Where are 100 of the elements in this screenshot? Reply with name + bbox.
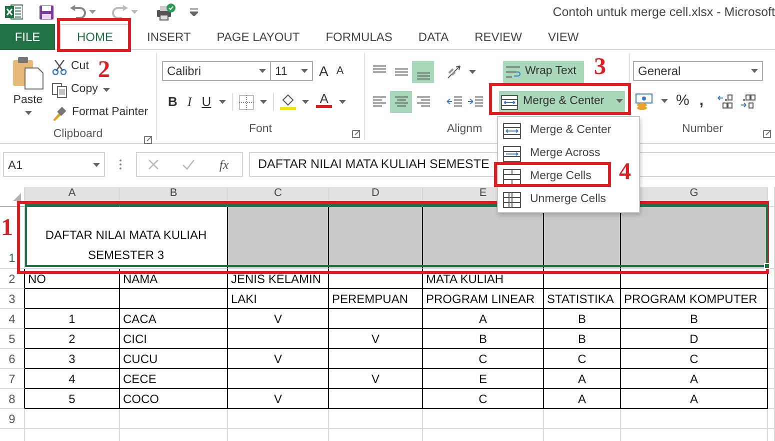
copy-icon[interactable] <box>52 82 67 98</box>
table-cell: B <box>690 312 698 326</box>
increase-indent-icon[interactable] <box>467 95 484 109</box>
table-cell: E <box>478 372 487 386</box>
caret-icon[interactable] <box>302 100 310 104</box>
paste-button[interactable]: Paste <box>8 56 48 126</box>
caret-icon[interactable] <box>301 69 308 73</box>
table-cell: B <box>578 332 586 346</box>
percent-style-button[interactable]: % <box>674 90 692 112</box>
table-cell: C <box>690 352 698 366</box>
caret-icon[interactable] <box>102 88 110 92</box>
merge-cells-icon <box>503 168 521 184</box>
menu-item[interactable]: Merge & Center <box>498 119 614 142</box>
row-header[interactable]: 2 <box>0 269 25 289</box>
insert-function-button[interactable]: fx <box>217 154 231 176</box>
ribbon-tab[interactable]: FILE <box>0 24 55 50</box>
row-header[interactable]: 5 <box>0 329 25 349</box>
table-cell: CICI <box>123 332 147 346</box>
merge-cells-icon[interactable] <box>501 94 518 110</box>
save-icon[interactable] <box>39 4 54 20</box>
caret-icon[interactable] <box>661 99 668 103</box>
ribbon-tab[interactable]: FORMULAS <box>312 24 406 50</box>
dialog-launcher-icon[interactable] <box>763 130 771 138</box>
step-number: 4 <box>619 160 631 184</box>
format-painter-button[interactable]: Format Painter <box>50 102 150 124</box>
printer-icon[interactable] <box>156 3 176 21</box>
caret-icon[interactable] <box>616 99 623 104</box>
dialog-launcher-icon[interactable] <box>144 136 152 144</box>
caret-icon[interactable] <box>259 69 266 73</box>
row-header[interactable]: 8 <box>0 389 25 409</box>
table-cell: D <box>690 332 698 346</box>
grow-font-button[interactable]: A <box>317 60 330 82</box>
accounting-format-icon[interactable] <box>635 92 655 110</box>
dialog-launcher-icon[interactable] <box>352 130 360 138</box>
redo-icon[interactable] <box>112 5 128 19</box>
align-left-icon[interactable] <box>372 95 386 109</box>
table-cell: V <box>274 352 282 366</box>
row-header[interactable]: 4 <box>0 309 25 329</box>
table-cell: CACA <box>123 312 156 326</box>
caret-icon[interactable] <box>93 162 100 166</box>
align-right-icon[interactable] <box>416 95 430 109</box>
caret-icon[interactable] <box>260 100 268 104</box>
number-format-field[interactable]: General <box>633 61 763 81</box>
comma-style-button[interactable]: , <box>697 90 712 112</box>
table-cell: LAKI <box>231 292 258 306</box>
wrap-text-icon[interactable] <box>505 65 521 79</box>
ribbon-tab[interactable]: REVIEW <box>462 24 535 50</box>
table-cell: A <box>690 392 698 406</box>
group-label: Font <box>248 122 272 138</box>
undo-icon[interactable] <box>70 5 86 19</box>
copy-button[interactable]: Copy <box>50 79 100 101</box>
table-cell: V <box>371 372 380 386</box>
clipboard-icon[interactable] <box>12 56 44 90</box>
paintbrush-icon[interactable] <box>52 106 68 120</box>
bold-button[interactable]: B <box>166 91 180 113</box>
table-cell: PROGRAM LINEAR <box>426 292 535 306</box>
font-name-field[interactable]: Calibri <box>162 61 271 81</box>
row-header[interactable]: 6 <box>0 349 25 369</box>
caret-icon[interactable] <box>219 100 226 104</box>
ribbon-tab[interactable]: DATA <box>405 24 462 50</box>
row-header[interactable]: 3 <box>0 289 25 309</box>
row-header[interactable]: 9 <box>0 409 25 429</box>
table-cell: CUCU <box>123 352 158 366</box>
menu-item[interactable]: Unmerge Cells <box>498 188 608 211</box>
caret-icon[interactable] <box>24 111 32 116</box>
table-cell-text: DAFTAR NILAI MATA KULIAH SEMESTER 3 <box>44 227 208 264</box>
ribbon-tab[interactable]: HOME <box>60 24 130 50</box>
fill-color-icon[interactable] <box>280 94 296 110</box>
ribbon-tab[interactable]: VIEW <box>534 24 592 50</box>
table-cell: V <box>274 312 282 326</box>
table-cell: CECE <box>123 372 156 386</box>
increase-decimal-icon[interactable] <box>717 94 734 108</box>
font-size-field[interactable]: 11 <box>270 61 313 81</box>
caret-icon[interactable] <box>339 100 346 104</box>
italic-button[interactable]: I <box>185 91 194 113</box>
unmerge-cells-icon <box>503 192 521 208</box>
row-header[interactable]: 7 <box>0 369 25 389</box>
shrink-font-button[interactable]: A <box>334 60 346 82</box>
ribbon-tab[interactable]: INSERT <box>134 24 204 50</box>
underline-button[interactable]: U <box>200 91 214 113</box>
caret-icon[interactable] <box>751 69 758 73</box>
decrease-decimal-icon[interactable] <box>740 94 758 108</box>
table-cell: PEREMPUAN <box>332 292 408 306</box>
table-cell: V <box>274 392 282 406</box>
borders-icon[interactable] <box>239 94 254 110</box>
spreadsheet-app-icon[interactable] <box>5 4 23 20</box>
more-options-icon[interactable] <box>119 159 122 170</box>
name-box[interactable]: A1 <box>3 152 105 177</box>
select-all-button[interactable] <box>0 187 25 207</box>
font-color-button[interactable]: A <box>315 92 334 112</box>
center-icon[interactable] <box>394 95 408 109</box>
wrap-text-button[interactable]: Wrap Text <box>503 61 584 83</box>
caret-icon[interactable] <box>469 70 476 74</box>
merge-center-button[interactable]: Merge & Center <box>499 91 625 113</box>
table-cell: B <box>478 332 487 346</box>
scissors-icon[interactable] <box>52 60 67 74</box>
ribbon-tab[interactable]: PAGE LAYOUT <box>204 24 313 50</box>
customize-menu-icon[interactable] <box>190 8 198 16</box>
decrease-indent-icon[interactable] <box>446 95 463 109</box>
caret-icon[interactable] <box>89 10 96 14</box>
